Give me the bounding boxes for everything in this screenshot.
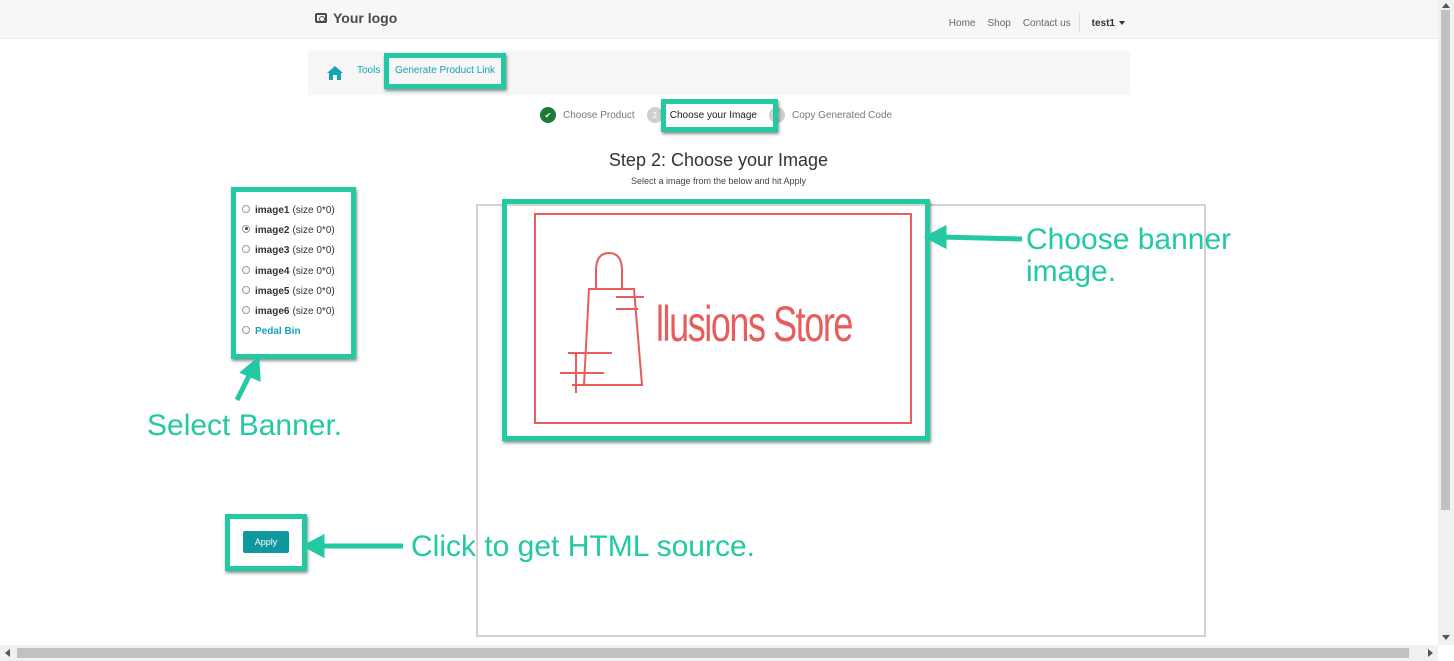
note-choose-banner-line2: image. — [1026, 255, 1117, 288]
user-menu[interactable]: test1 — [1092, 18, 1125, 29]
option-name: image3 — [255, 245, 290, 257]
option-size: (size 0*0) — [292, 245, 335, 257]
image-option[interactable]: image5 (size 0*0) — [242, 281, 335, 301]
radio-button[interactable] — [242, 285, 250, 294]
nav-divider — [1078, 13, 1080, 33]
step-number: 2 — [646, 107, 663, 123]
image-option[interactable]: image6 (size 0*0) — [242, 301, 335, 321]
nav-shop-link[interactable]: Shop — [987, 18, 1010, 29]
radio-button[interactable] — [242, 306, 250, 315]
option-name[interactable]: Pedal Bin — [255, 326, 301, 337]
page-title: Step 2: Choose your Image — [608, 150, 829, 170]
wizard-steps: ✔ Choose Product 2 Choose your Image 3 C… — [540, 107, 904, 123]
option-name: image6 — [255, 306, 290, 318]
scroll-up-icon[interactable] — [1442, 3, 1450, 8]
radio-button[interactable] — [242, 265, 250, 274]
radio-button[interactable] — [242, 204, 250, 213]
step-copy-code[interactable]: 3 Copy Generated Code — [769, 107, 892, 123]
breadcrumb-tools-link[interactable]: Tools — [357, 65, 380, 76]
arrow-head-icon — [239, 355, 261, 382]
horizontal-scrollbar[interactable] — [0, 645, 1438, 661]
step-number: 3 — [769, 107, 785, 123]
vertical-scrollbar[interactable] — [1438, 0, 1454, 645]
horizontal-scroll-thumb[interactable] — [17, 648, 1409, 658]
arrow-line — [234, 370, 254, 402]
scroll-down-icon[interactable] — [1442, 635, 1450, 640]
note-choose-banner-line1: Choose banner — [1026, 223, 1232, 256]
top-navbar: Your logo Home Shop Contact us test1 — [0, 0, 1438, 39]
image-options: image1 (size 0*0) image2 (size 0*0) imag… — [242, 200, 335, 342]
page: Your logo Home Shop Contact us test1 Too… — [0, 0, 1454, 661]
nav-home-link[interactable]: Home — [949, 18, 976, 29]
main-nav: Home Shop Contact us test1 — [949, 13, 1125, 33]
vertical-scroll-thumb[interactable] — [1441, 10, 1450, 510]
image-option[interactable]: image3 (size 0*0) — [242, 241, 335, 261]
step-label: Choose your Image — [669, 109, 757, 121]
radio-button[interactable] — [242, 245, 250, 254]
image-option[interactable]: image4 (size 0*0) — [242, 261, 335, 281]
radio-button-selected[interactable] — [242, 224, 250, 233]
page-subtitle: Select a image from the below and hit Ap… — [630, 176, 807, 186]
check-icon: ✔ — [540, 107, 556, 123]
step-choose-product[interactable]: ✔ Choose Product — [540, 107, 635, 123]
image-option[interactable]: Pedal Bin — [242, 322, 335, 342]
note-click-apply: Click to get HTML source. — [411, 530, 755, 563]
step-label: Copy Generated Code — [792, 109, 893, 121]
option-size: (size 0*0) — [292, 306, 335, 318]
option-name: image1 — [255, 204, 290, 216]
logo-text: Your logo — [333, 10, 398, 26]
option-size: (size 0*0) — [292, 265, 335, 277]
option-name: image5 — [255, 285, 290, 297]
option-size: (size 0*0) — [292, 224, 335, 236]
option-name: image4 — [255, 265, 290, 277]
scroll-left-icon[interactable] — [5, 649, 10, 657]
banner-image: llusions Store — [534, 213, 912, 424]
logo[interactable]: Your logo — [315, 10, 397, 26]
option-size: (size 0*0) — [292, 204, 335, 216]
image-option[interactable]: image1 (size 0*0) — [242, 200, 335, 220]
step-choose-image[interactable]: 2 Choose your Image — [646, 107, 757, 123]
caret-down-icon — [1119, 20, 1125, 25]
option-name: image2 — [255, 224, 290, 236]
home-icon[interactable] — [326, 65, 344, 81]
note-select-banner: Select Banner. — [147, 409, 343, 442]
breadcrumb-current: Generate Product Link — [395, 65, 496, 76]
option-size: (size 0*0) — [292, 285, 335, 297]
banner-store-name: llusions Store — [656, 296, 853, 352]
image-option[interactable]: image2 (size 0*0) — [242, 220, 335, 240]
radio-button[interactable] — [242, 326, 250, 335]
nav-contact-link[interactable]: Contact us — [1023, 18, 1071, 29]
shopping-bag-icon — [560, 251, 644, 393]
step-label: Choose Product — [563, 109, 635, 121]
arrow-head-icon — [301, 533, 325, 559]
breadcrumb: Tools Generate Product Link — [308, 51, 1130, 95]
apply-button[interactable]: Apply — [243, 531, 289, 553]
camera-icon — [315, 13, 327, 23]
scroll-right-icon[interactable] — [1428, 649, 1433, 657]
user-name: test1 — [1091, 17, 1115, 29]
